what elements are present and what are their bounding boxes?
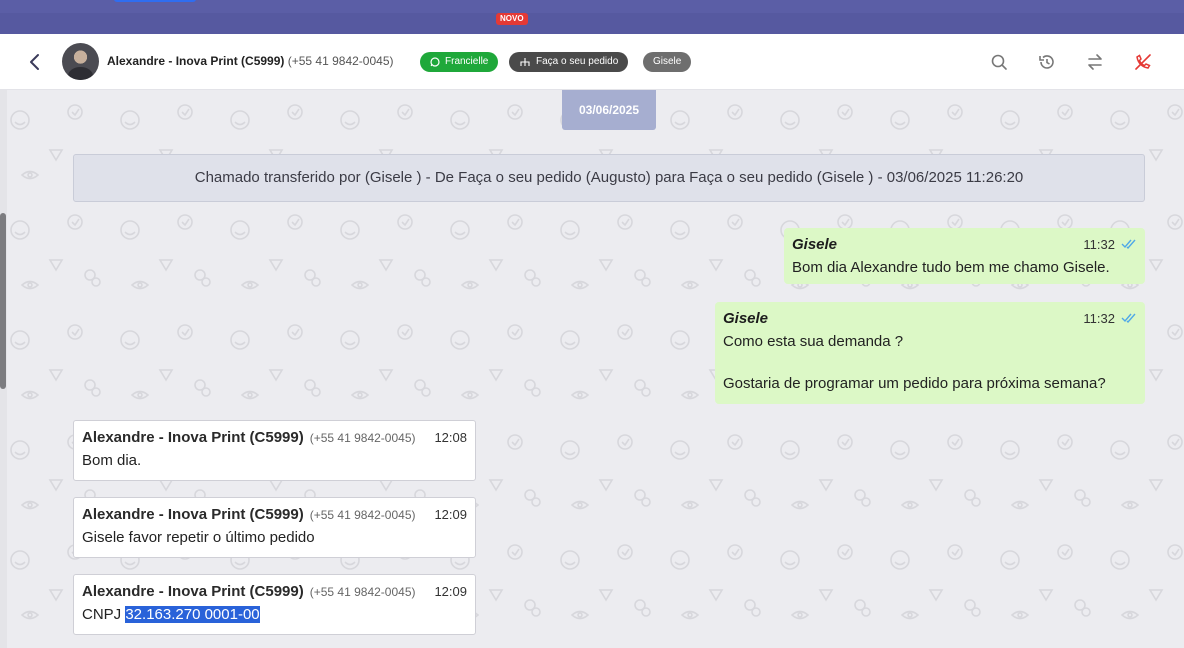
double-check-icon	[1121, 239, 1136, 249]
chat-area: 03/06/2025 Chamado transferido por (Gise…	[0, 90, 1184, 648]
top-nav-bar: NOVO	[0, 0, 1184, 34]
message-author: Alexandre - Inova Print (C5999)	[82, 429, 304, 446]
message-text: CNPJ 32.163.270 0001-00	[82, 604, 467, 625]
message-time: 12:09	[434, 584, 467, 599]
message-author: Gisele	[723, 310, 769, 327]
assignee-tag-label: Gisele	[653, 56, 682, 67]
contact-info: Alexandre - Inova Print (C5999) (+55 41 …	[107, 54, 393, 68]
message-time: 11:32	[1083, 237, 1115, 252]
chat-header: Alexandre - Inova Print (C5999) (+55 41 …	[0, 34, 1184, 90]
system-message: Chamado transferido por (Gisele ) - De F…	[73, 154, 1145, 202]
outgoing-message: Gisele 11:32 Como esta sua demanda ? Gos…	[715, 302, 1145, 404]
message-author: Alexandre - Inova Print (C5999)	[82, 506, 304, 523]
message-phone: (+55 41 9842-0045)	[309, 508, 416, 522]
queue-tag[interactable]: Faça o seu pedido	[509, 52, 629, 72]
message-text: Gisele favor repetir o último pedido	[82, 529, 315, 546]
back-arrow-icon[interactable]	[24, 50, 46, 74]
assignee-tag[interactable]: Gisele	[643, 52, 692, 72]
transfer-icon[interactable]	[1085, 52, 1105, 72]
message-text: Bom dia Alexandre tudo bem me chamo Gise…	[792, 259, 1110, 276]
avatar[interactable]	[62, 43, 99, 80]
incoming-message: Alexandre - Inova Print (C5999) (+55 41 …	[73, 420, 476, 481]
message-text-prefix: CNPJ	[82, 606, 122, 623]
end-chat-icon[interactable]	[1133, 52, 1153, 72]
agent-tag[interactable]: Francielle	[420, 52, 499, 72]
message-text: Como esta sua demanda ? Gostaria de prog…	[723, 331, 1137, 394]
top-nav-strip	[0, 13, 1184, 34]
date-separator: 03/06/2025	[562, 90, 656, 130]
sitemap-icon	[520, 58, 530, 66]
new-badge: NOVO	[496, 13, 528, 25]
message-line-blank	[723, 352, 1137, 373]
contact-name: Alexandre - Inova Print (C5999)	[107, 54, 285, 68]
incoming-message: Alexandre - Inova Print (C5999) (+55 41 …	[73, 497, 476, 558]
message-author: Gisele	[792, 236, 838, 253]
queue-tag-label: Faça o seu pedido	[536, 56, 619, 67]
scrollbar-thumb[interactable]	[0, 213, 6, 389]
incoming-message: Alexandre - Inova Print (C5999) (+55 41 …	[73, 574, 476, 635]
message-time: 11:32	[1083, 311, 1115, 326]
double-check-icon	[1121, 313, 1136, 323]
message-phone: (+55 41 9842-0045)	[309, 431, 416, 445]
contact-phone: (+55 41 9842-0045)	[287, 54, 394, 68]
selected-cnpj-text[interactable]: 32.163.270 0001-00	[125, 606, 260, 623]
outgoing-message: Gisele 11:32 Bom dia Alexandre tudo bem …	[784, 228, 1145, 284]
message-phone: (+55 41 9842-0045)	[309, 585, 416, 599]
message-time: 12:09	[434, 507, 467, 522]
top-nav-button[interactable]	[114, 0, 196, 2]
message-text: Bom dia.	[82, 452, 142, 469]
message-author: Alexandre - Inova Print (C5999)	[82, 583, 304, 600]
search-icon[interactable]	[989, 52, 1009, 72]
message-line: Como esta sua demanda ?	[723, 333, 904, 350]
message-time: 12:08	[434, 430, 467, 445]
message-line: Gostaria de programar um pedido para pró…	[723, 375, 1106, 392]
whatsapp-icon	[430, 57, 440, 67]
scrollbar[interactable]	[0, 90, 7, 648]
agent-tag-label: Francielle	[445, 56, 489, 67]
history-icon[interactable]	[1037, 52, 1057, 72]
